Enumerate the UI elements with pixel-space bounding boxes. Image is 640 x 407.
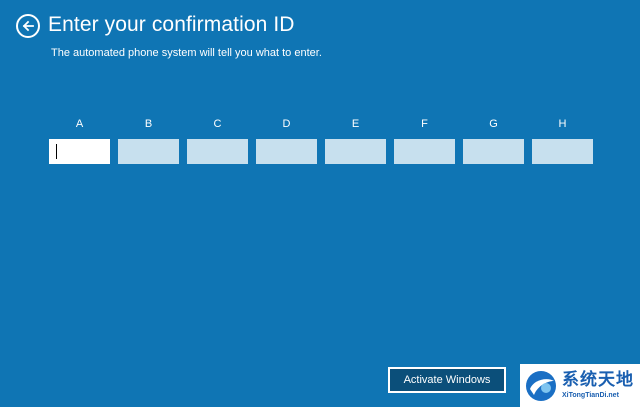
field-label-e: E <box>351 118 360 130</box>
field-input-a[interactable] <box>49 139 110 164</box>
page-subtitle: The automated phone system will tell you… <box>51 47 322 59</box>
field-label-a: A <box>75 118 84 130</box>
field-group-b: B <box>118 117 179 164</box>
field-label-c: C <box>213 118 222 130</box>
field-input-g[interactable] <box>463 139 524 164</box>
field-group-f: F <box>394 117 455 164</box>
watermark-cn-text: 系统天地 <box>562 370 634 390</box>
field-input-d[interactable] <box>256 139 317 164</box>
field-label-d: D <box>282 118 291 130</box>
text-caret <box>56 144 57 159</box>
field-group-c: C <box>187 117 248 164</box>
field-label-g: G <box>489 118 498 130</box>
field-label-b: B <box>144 118 153 130</box>
field-input-e[interactable] <box>325 139 386 164</box>
field-group-h: H <box>532 117 593 164</box>
field-input-f[interactable] <box>394 139 455 164</box>
field-group-a: A <box>49 117 110 164</box>
field-label-f: F <box>421 118 428 130</box>
field-group-e: E <box>325 117 386 164</box>
field-group-g: G <box>463 117 524 164</box>
xitongtiandi-logo-icon <box>526 370 556 401</box>
field-group-d: D <box>256 117 317 164</box>
back-arrow-icon <box>22 20 34 32</box>
field-input-h[interactable] <box>532 139 593 164</box>
activate-windows-button[interactable]: Activate Windows <box>388 367 506 393</box>
field-input-b[interactable] <box>118 139 179 164</box>
confirmation-id-fields: A B C D E F G H <box>49 117 593 164</box>
watermark-en-text: XiTongTianDi.net <box>562 392 619 399</box>
back-button[interactable] <box>16 14 40 38</box>
page-title: Enter your confirmation ID <box>48 13 295 36</box>
field-label-h: H <box>558 118 567 130</box>
watermark-logo: 系统天地 XiTongTianDi.net <box>520 364 640 407</box>
field-input-c[interactable] <box>187 139 248 164</box>
